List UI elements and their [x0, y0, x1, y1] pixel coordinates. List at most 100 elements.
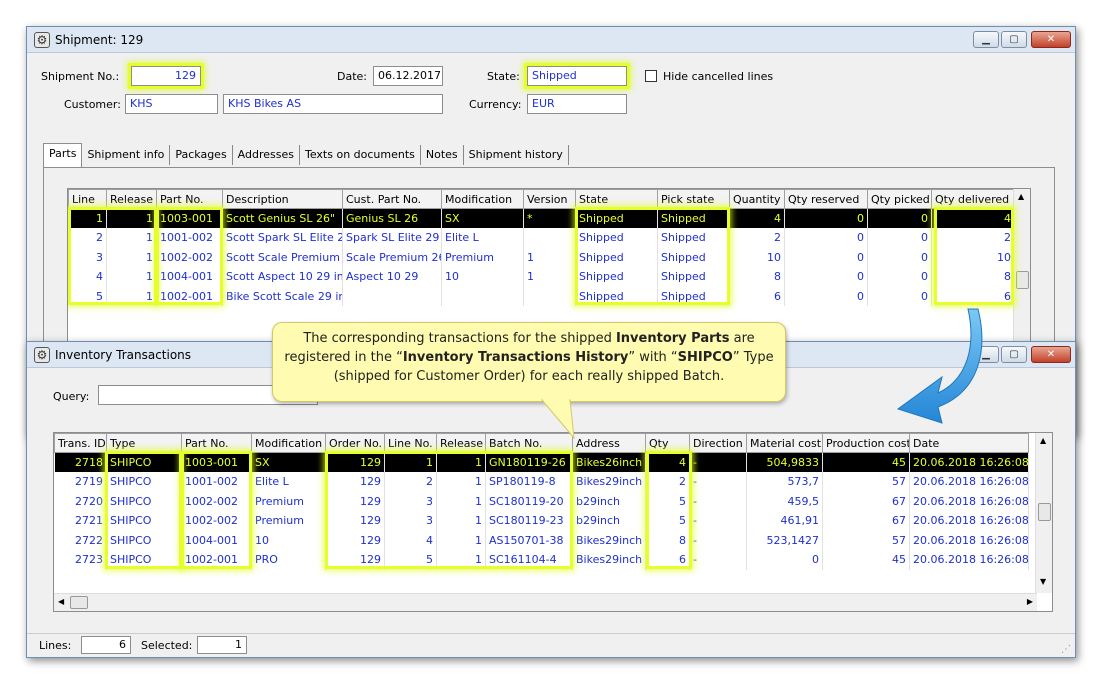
col-quantity[interactable]: Quantity — [729, 189, 785, 209]
cell-type[interactable]: SHIPCO — [106, 530, 182, 550]
cell-type[interactable]: SHIPCO — [106, 491, 182, 511]
hscroll-thumb[interactable] — [70, 596, 88, 609]
cell-description[interactable]: Scott Spark SL Elite 29 — [222, 228, 343, 248]
cell-cust-part-no[interactable] — [342, 286, 442, 306]
shipment-titlebar[interactable]: ⚙ Shipment: 129 ▁ ▢ ✕ — [27, 27, 1075, 53]
cell-qty-picked[interactable]: 0 — [867, 286, 932, 306]
col-release[interactable]: Release — [436, 433, 486, 453]
transactions-hscrollbar[interactable]: ◀ ▶ — [54, 593, 1037, 611]
cell-order-no[interactable]: 129 — [325, 472, 385, 492]
parts-scrollbar[interactable]: ▲ — [1013, 189, 1030, 347]
cell-date[interactable]: 20.06.2018 16:26:08 — [909, 530, 1029, 550]
cell-release[interactable]: 1 — [436, 511, 486, 531]
table-row[interactable]: 2721 SHIPCO 1002-002 Premium 129 3 1 SC180119-2… — [54, 511, 1029, 531]
cell-qty[interactable]: 5 — [645, 491, 690, 511]
cell-production-cost[interactable]: 67 — [822, 491, 910, 511]
col-qty-reserved[interactable]: Qty reserved — [784, 189, 868, 209]
cell-quantity[interactable]: 10 — [729, 247, 785, 267]
cell-qty[interactable]: 5 — [645, 511, 690, 531]
cell-address[interactable]: b29inch — [572, 511, 646, 531]
cell-batch-no[interactable]: SC180119-20 — [485, 491, 573, 511]
cell-date[interactable]: 20.06.2018 16:26:08 — [909, 491, 1029, 511]
cell-qty-picked[interactable]: 0 — [867, 228, 932, 248]
customer-name-field[interactable]: KHS Bikes AS — [223, 94, 443, 114]
col-material-cost[interactable]: Material cost — [746, 433, 823, 453]
cell-order-no[interactable]: 129 — [325, 511, 385, 531]
cell-part-no[interactable]: 1004-001 — [156, 267, 223, 287]
maximize-button[interactable]: ▢ — [1001, 31, 1027, 48]
cell-cust-part-no[interactable]: Scale Premium 26 — [342, 247, 442, 267]
cell-direction[interactable]: - — [689, 511, 747, 531]
cell-qty-picked[interactable]: 0 — [867, 247, 932, 267]
col-qty[interactable]: Qty — [645, 433, 690, 453]
cell-direction[interactable]: - — [689, 472, 747, 492]
col-pick-state[interactable]: Pick state — [657, 189, 730, 209]
cell-pick-state[interactable]: Shipped — [657, 267, 730, 287]
cell-state[interactable]: Shipped — [575, 267, 658, 287]
table-row[interactable]: 5 1 1002-001 Bike Scott Scale 29 inc Shipped… — [68, 286, 1015, 306]
cell-material-cost[interactable]: 461,91 — [746, 511, 823, 531]
cell-date[interactable]: 20.06.2018 16:26:08 — [909, 511, 1029, 531]
cell-production-cost[interactable]: 45 — [822, 452, 910, 472]
col-line[interactable]: Line — [68, 189, 107, 209]
cell-line[interactable]: 4 — [68, 267, 107, 287]
col-qty-delivered[interactable]: Qty delivered — [931, 189, 1015, 209]
cell-trans-id[interactable]: 2721 — [54, 511, 107, 531]
col-part-no[interactable]: Part No. — [156, 189, 223, 209]
cell-date[interactable]: 20.06.2018 16:26:08 — [909, 452, 1029, 472]
cell-modification[interactable]: SX — [441, 208, 524, 228]
tab-addresses[interactable]: Addresses — [233, 145, 300, 165]
cell-release[interactable]: 1 — [106, 286, 157, 306]
cell-part-no[interactable]: 1002-002 — [156, 247, 223, 267]
cell-release[interactable]: 1 — [106, 247, 157, 267]
hide-cancelled-checkbox[interactable] — [645, 70, 657, 82]
cell-order-no[interactable]: 129 — [325, 491, 385, 511]
cell-line[interactable]: 2 — [68, 228, 107, 248]
cell-qty-delivered[interactable]: 10 — [931, 247, 1015, 267]
col-production-cost[interactable]: Production cost — [822, 433, 910, 453]
cell-pick-state[interactable]: Shipped — [657, 228, 730, 248]
tab-parts[interactable]: Parts — [43, 143, 83, 167]
cell-version[interactable]: * — [523, 208, 576, 228]
cell-version[interactable] — [523, 228, 576, 248]
date-field[interactable]: 06.12.2017 — [373, 66, 443, 86]
cell-pick-state[interactable]: Shipped — [657, 208, 730, 228]
cell-date[interactable]: 20.06.2018 16:26:08 — [909, 472, 1029, 492]
cell-line-no[interactable]: 3 — [384, 511, 437, 531]
cell-quantity[interactable]: 6 — [729, 286, 785, 306]
cell-address[interactable]: Bikes29inch — [572, 530, 646, 550]
col-trans-id[interactable]: Trans. ID — [54, 433, 107, 453]
shipment-no-field[interactable]: 129 — [131, 66, 201, 86]
cell-description[interactable]: Scott Genius SL 26" — [222, 208, 343, 228]
cell-part-no[interactable]: 1002-001 — [156, 286, 223, 306]
table-row[interactable]: 2719 SHIPCO 1001-002 Elite L 129 2 1 SP180119-8… — [54, 472, 1029, 492]
table-row[interactable]: 2 1 1001-002 Scott Spark SL Elite 29 Spark S… — [68, 228, 1015, 248]
table-row[interactable]: 2723 SHIPCO 1002-001 PRO 129 5 1 SC161104-4 Bike… — [54, 550, 1029, 570]
scroll-up-icon[interactable]: ▲ — [1018, 192, 1024, 201]
cell-modification[interactable]: SX — [251, 452, 326, 472]
cell-production-cost[interactable]: 57 — [822, 530, 910, 550]
table-row[interactable]: 4 1 1004-001 Scott Aspect 10 29 inc Aspect 1… — [68, 267, 1015, 287]
cell-order-no[interactable]: 129 — [325, 530, 385, 550]
col-description[interactable]: Description — [222, 189, 343, 209]
cell-state[interactable]: Shipped — [575, 247, 658, 267]
cell-direction[interactable]: - — [689, 491, 747, 511]
cell-part-no[interactable]: 1003-001 — [181, 452, 252, 472]
cell-state[interactable]: Shipped — [575, 228, 658, 248]
col-direction[interactable]: Direction — [689, 433, 747, 453]
cell-address[interactable]: Bikes29inch — [572, 472, 646, 492]
col-state[interactable]: State — [575, 189, 658, 209]
cell-trans-id[interactable]: 2722 — [54, 530, 107, 550]
resize-grip-icon[interactable]: ⋰ — [1061, 644, 1071, 655]
cell-modification[interactable]: Elite L — [251, 472, 326, 492]
cell-description[interactable]: Scott Aspect 10 29 inc — [222, 267, 343, 287]
col-release[interactable]: Release — [106, 189, 157, 209]
cell-cust-part-no[interactable]: Spark SL Elite 29 — [342, 228, 442, 248]
cell-batch-no[interactable]: AS150701-38 — [485, 530, 573, 550]
cell-part-no[interactable]: 1001-002 — [181, 472, 252, 492]
cell-part-no[interactable]: 1002-001 — [181, 550, 252, 570]
cell-release[interactable]: 1 — [106, 228, 157, 248]
cell-release[interactable]: 1 — [106, 267, 157, 287]
currency-field[interactable]: EUR — [527, 94, 627, 114]
table-row[interactable]: 2720 SHIPCO 1002-002 Premium 129 3 1 SC180119-2… — [54, 491, 1029, 511]
